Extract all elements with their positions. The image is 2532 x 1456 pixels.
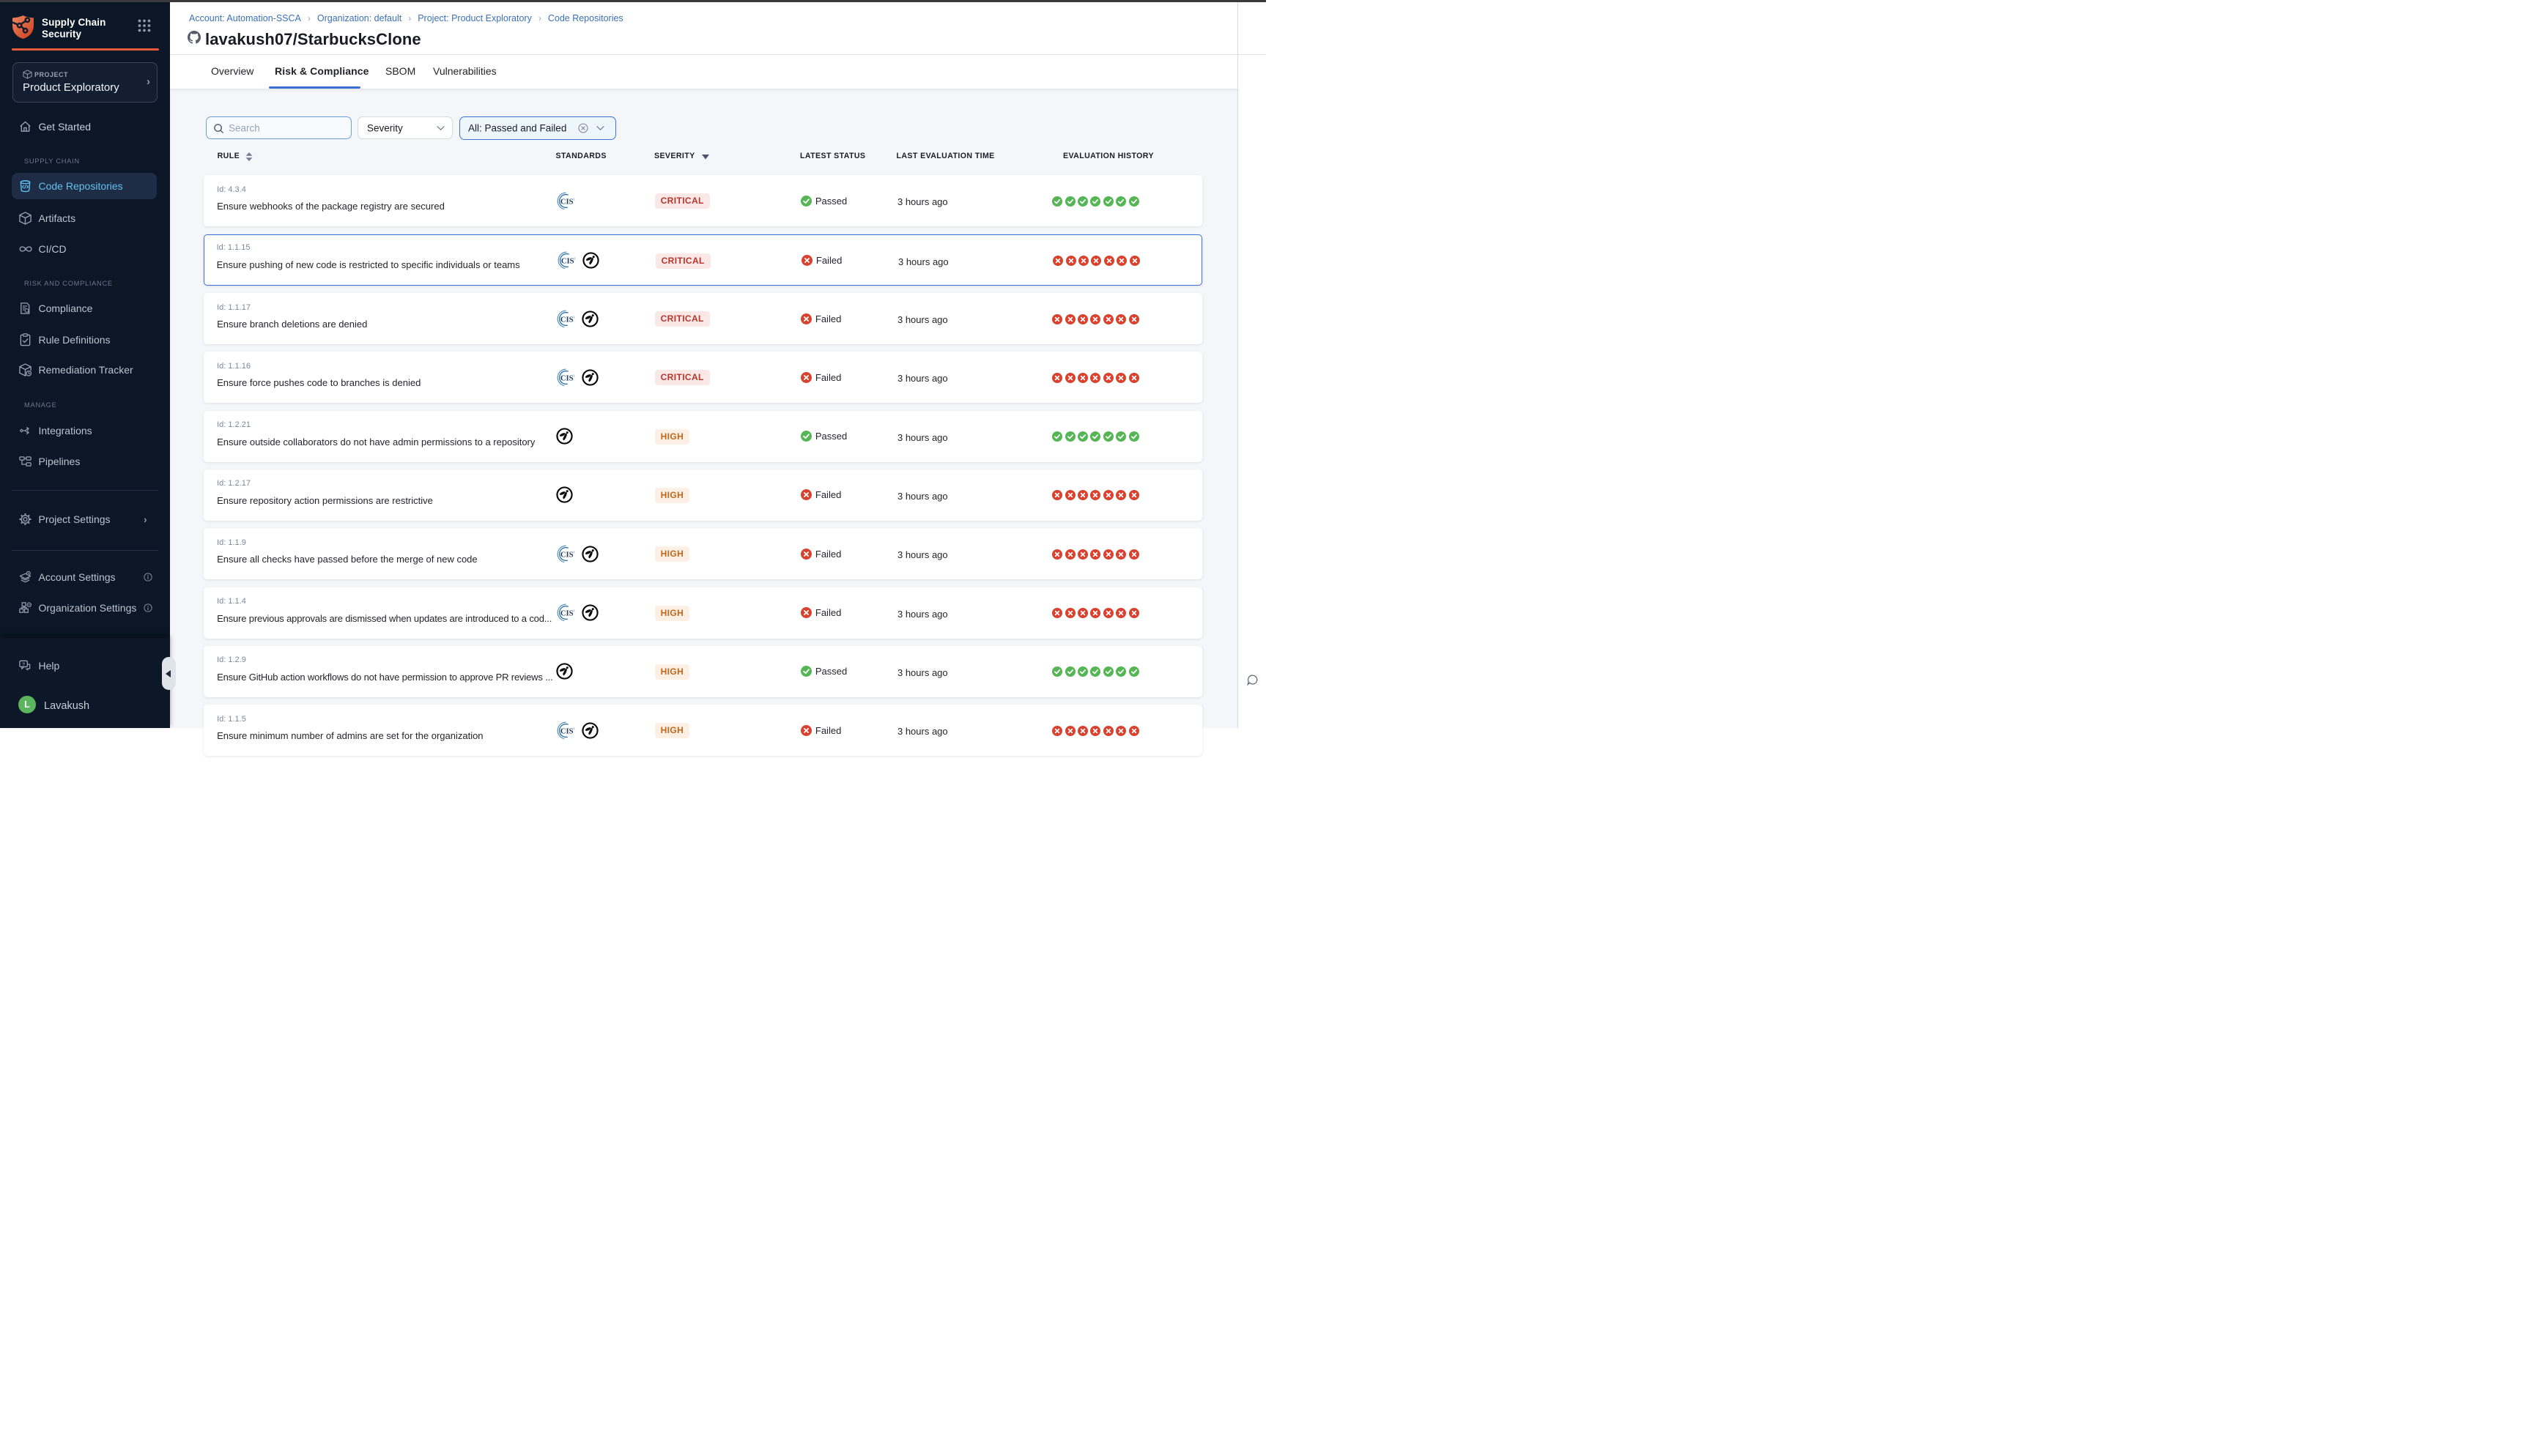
svg-text:CIS: CIS bbox=[560, 551, 573, 559]
svg-text:CIS: CIS bbox=[560, 316, 573, 324]
svg-text:CIS: CIS bbox=[560, 609, 573, 617]
svg-text:CIS: CIS bbox=[560, 374, 573, 382]
svg-text:?: ? bbox=[22, 661, 25, 666]
svg-text:CIS: CIS bbox=[560, 727, 573, 735]
svg-text:CIS: CIS bbox=[560, 198, 573, 206]
svg-text:CIS: CIS bbox=[560, 257, 574, 265]
